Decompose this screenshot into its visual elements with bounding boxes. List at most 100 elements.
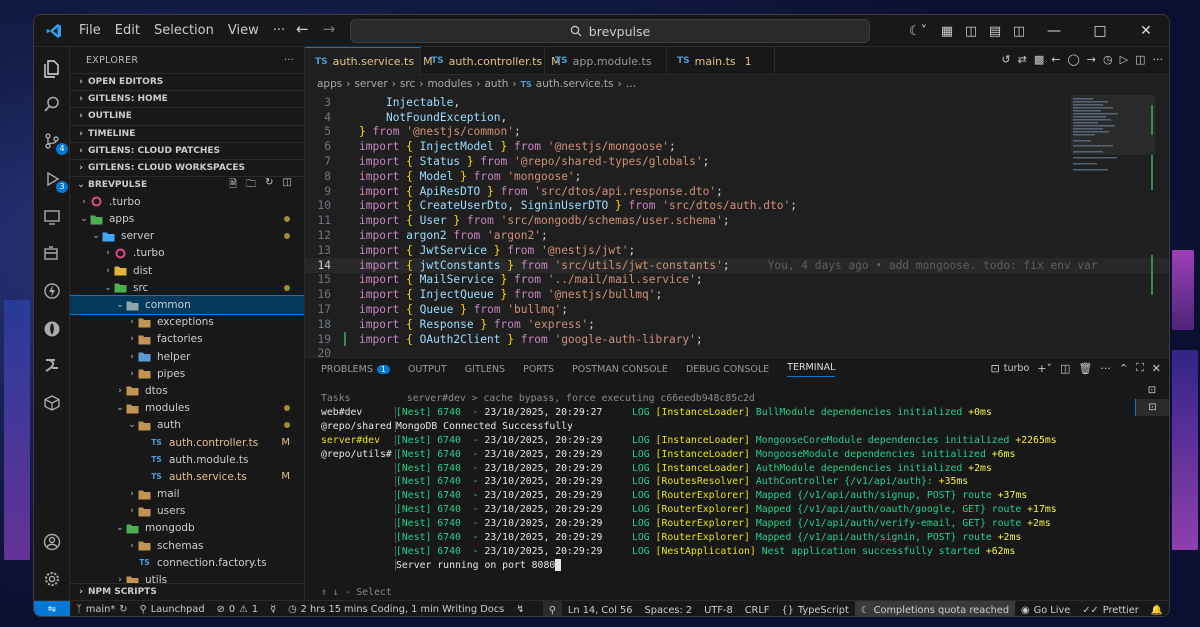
code-line[interactable]: 14 import { jwtConstants } from 'src/util… — [305, 257, 1169, 273]
code-line[interactable]: 3 Injectable, — [305, 95, 1169, 110]
go-live-button[interactable]: ◉ Go Live — [1015, 605, 1076, 616]
terminal-icon[interactable]: ⊡ — [991, 362, 1000, 375]
breadcrumb-item[interactable]: auth — [484, 78, 508, 90]
thunder-client-icon[interactable] — [40, 279, 64, 303]
breadcrumb-item[interactable]: server — [354, 78, 387, 90]
code-line[interactable]: 5} from '@nestjs/common'; — [305, 125, 1169, 140]
remote-indicator-icon[interactable]: ⇋ — [34, 600, 70, 616]
copilot-icon[interactable]: ☾˅ — [901, 24, 935, 39]
open-changes-icon[interactable]: ▩ — [1034, 53, 1044, 66]
collapse-panel-icon[interactable]: ⌃ — [1119, 362, 1128, 375]
maximize-panel-icon[interactable]: ⛶ — [1136, 361, 1144, 375]
panel-tab[interactable]: OUTPUT — [408, 364, 447, 375]
wakatime-item[interactable]: ◷ 2 hrs 15 mins Coding, 1 min Writing Doc… — [282, 604, 510, 615]
commit-graph-icon[interactable]: ◯ — [1067, 53, 1079, 66]
section-gitlens-home[interactable]: › GITLENS: HOME — [70, 90, 304, 107]
lightning-icon[interactable]: ↯ — [510, 604, 530, 615]
prettier-status[interactable]: ✓✓ Prettier — [1076, 605, 1144, 616]
tree-item[interactable]: TS auth.controller.ts M — [70, 434, 304, 451]
containers-icon[interactable] — [40, 391, 64, 415]
code-line[interactable]: 17 import { Queue } from 'bullmq'; — [305, 302, 1169, 317]
tree-item[interactable]: › schemas — [70, 537, 304, 554]
terminal-instance-icon[interactable]: ⊡ — [1135, 399, 1169, 416]
indentation[interactable]: Spaces: 2 — [639, 605, 699, 616]
editor-tab[interactable]: TS auth.controller.ts M — [421, 47, 561, 75]
menu-view[interactable]: View — [221, 23, 266, 38]
section-workspace[interactable]: ⌄ BREVPULSE 🗎 🗀 ↻ ◫ — [70, 176, 304, 193]
section-open-editors[interactable]: › OPEN EDITORS — [70, 73, 304, 90]
tree-item[interactable]: › dtos — [70, 382, 304, 399]
compare-icon[interactable]: ⇄ — [1018, 53, 1027, 66]
tree-item[interactable]: ⌄ apps — [70, 211, 304, 228]
branch-indicator[interactable]: ᛉ main* ↻ — [70, 604, 134, 615]
postman-icon[interactable] — [40, 353, 64, 377]
code-line[interactable]: 13 import { JwtService } from '@nestjs/jw… — [305, 243, 1169, 258]
back-arrow-icon[interactable]: ← — [296, 20, 309, 38]
refresh-icon[interactable]: ↻ — [265, 177, 273, 194]
menu-more[interactable]: ··· — [266, 23, 292, 38]
mongodb-icon[interactable] — [40, 317, 64, 341]
timeline-icon[interactable]: ↺ — [1001, 53, 1010, 66]
end-of-line[interactable]: CRLF — [739, 605, 776, 616]
source-control-icon[interactable]: 4 — [40, 129, 68, 155]
new-file-icon[interactable]: 🗎 — [229, 177, 237, 194]
breadcrumb-item[interactable]: … — [626, 78, 637, 90]
toggle-secondary-sidebar-icon[interactable]: ◫ — [1007, 24, 1031, 39]
terminal-name[interactable]: turbo — [1004, 363, 1030, 374]
editor-tab[interactable]: TS main.ts 1 — [667, 47, 775, 75]
code-editor[interactable]: 3 Injectable, 4 NotFoundException, 5} from… — [305, 95, 1169, 357]
split-editor-icon[interactable]: ◫ — [1135, 53, 1145, 66]
panel-tab[interactable]: TERMINAL — [787, 362, 836, 377]
panel-tab[interactable]: GITLENS — [465, 364, 505, 375]
code-line[interactable]: 12 import argon2 from 'argon2'; — [305, 228, 1169, 243]
code-line[interactable]: 9 import { ApiResDTO } from 'src/dtos/api… — [305, 184, 1169, 199]
breadcrumb-item[interactable]: auth.service.ts — [536, 78, 614, 90]
tree-item[interactable]: › factories — [70, 331, 304, 348]
tree-item[interactable]: › .turbo — [70, 245, 304, 262]
panel-tab[interactable]: PORTS — [523, 364, 554, 375]
encoding[interactable]: UTF-8 — [698, 605, 739, 616]
code-line[interactable]: 10 import { CreateUserDto, SigninUserDTO … — [305, 199, 1169, 214]
forward-arrow-icon[interactable]: → — [323, 20, 336, 38]
new-terminal-icon[interactable]: +˅ — [1037, 362, 1052, 375]
terminal-instance-icon[interactable]: ⊡ — [1135, 382, 1169, 399]
tree-item[interactable]: ⌄ common — [70, 295, 304, 315]
zoom-icon[interactable]: ⚲ — [542, 601, 562, 616]
breadcrumb-item[interactable]: apps — [317, 78, 342, 90]
editor-tab[interactable]: TS app.module.ts — [545, 47, 667, 75]
tree-item[interactable]: › users — [70, 503, 304, 520]
toggle-sidebar-icon[interactable]: ◫ — [959, 24, 983, 39]
more-actions-icon[interactable]: ··· — [284, 55, 294, 66]
tree-item[interactable]: ⌄ server — [70, 228, 304, 245]
tree-item[interactable]: › mail — [70, 486, 304, 503]
code-line[interactable]: 6 import { InjectModel } from '@nestjs/mo… — [305, 139, 1169, 154]
run-icon[interactable]: ▷ — [1120, 53, 1128, 66]
code-line[interactable]: 16 import { InjectQueue } from '@nestjs/b… — [305, 287, 1169, 302]
more-actions-icon[interactable]: ··· — [1153, 53, 1164, 66]
new-folder-icon[interactable]: 🗀 — [246, 177, 256, 194]
tree-item[interactable]: ⌄ mongodb — [70, 520, 304, 537]
run-debug-icon[interactable]: 3 — [40, 167, 68, 193]
code-line[interactable]: 7 import { Status } from '@repo/shared-ty… — [305, 154, 1169, 169]
command-center-search[interactable]: brevpulse — [350, 19, 870, 43]
toggle-panel-icon[interactable]: ▤ — [983, 24, 1007, 39]
split-terminal-icon[interactable]: ◫ — [1060, 362, 1070, 375]
account-icon[interactable] — [40, 530, 64, 554]
minimize-icon[interactable]: — — [1031, 23, 1077, 39]
section-npm-scripts[interactable]: › NPM SCRIPTS — [70, 582, 304, 600]
language-mode[interactable]: {} TypeScript — [775, 605, 854, 616]
tree-item[interactable]: › helper — [70, 348, 304, 365]
sync-icon[interactable]: ↻ — [119, 604, 127, 615]
section-timeline[interactable]: › TIMELINE — [70, 124, 304, 142]
notifications-icon[interactable]: 🔔 — [1145, 605, 1169, 616]
show-history-icon[interactable]: ◷ — [1103, 53, 1113, 66]
close-panel-icon[interactable]: ✕ — [1152, 362, 1161, 375]
section-outline[interactable]: › OUTLINE — [70, 107, 304, 124]
extensions-icon[interactable] — [40, 241, 64, 265]
collapse-all-icon[interactable]: ◫ — [283, 177, 292, 194]
remote-explorer-icon[interactable] — [40, 205, 64, 229]
minimap[interactable] — [1071, 95, 1155, 335]
code-line[interactable]: 18 import { Response } from 'express'; — [305, 317, 1169, 332]
tree-item[interactable]: › pipes — [70, 365, 304, 382]
copilot-status[interactable]: ☾ Completions quota reached — [854, 601, 1016, 616]
